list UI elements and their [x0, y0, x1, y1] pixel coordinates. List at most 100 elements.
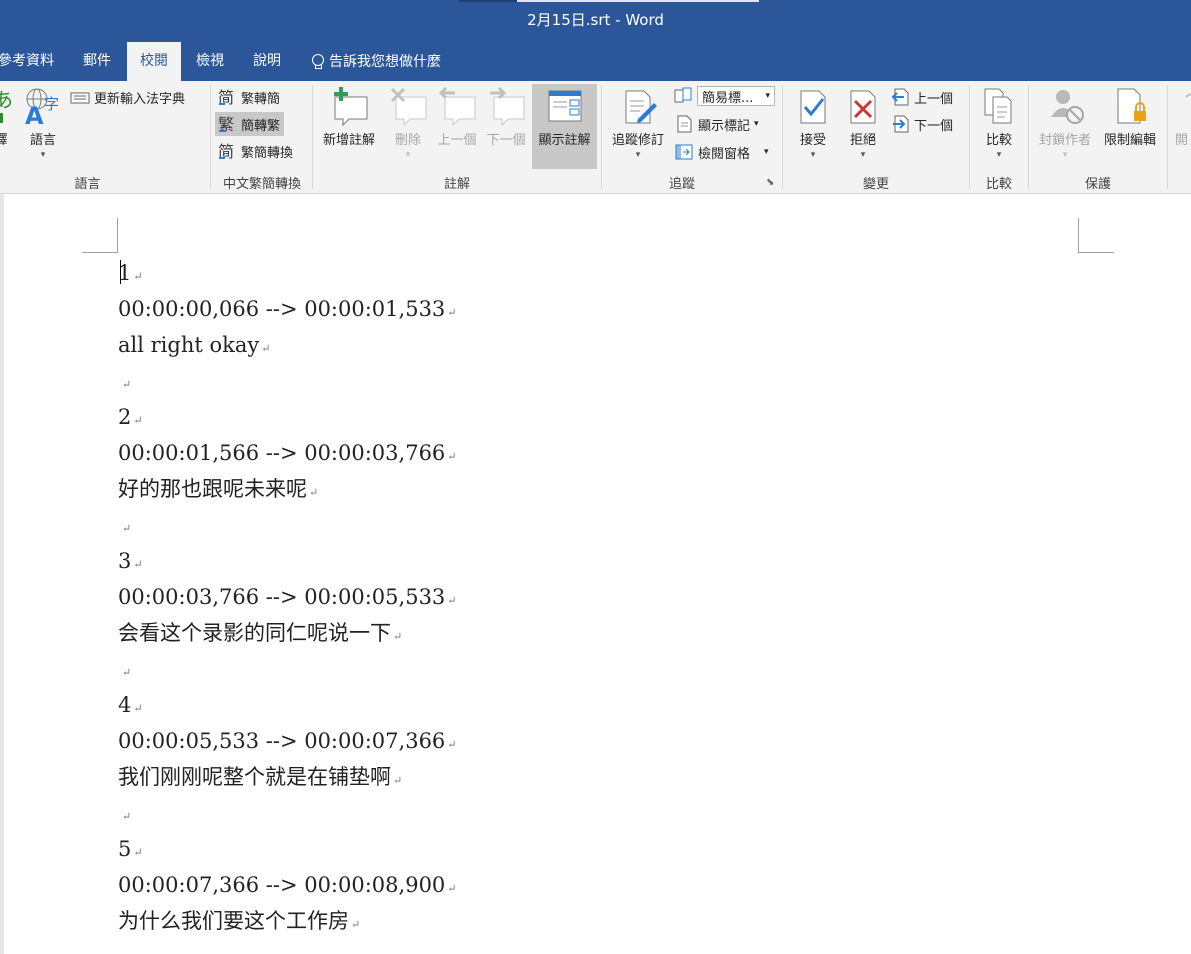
previous-comment-label: 上一個 [437, 133, 477, 148]
document-paragraph[interactable]: 好的那也跟呢未来呢 ↵ [118, 474, 318, 504]
language-icon: A 字 [25, 88, 59, 130]
tell-me-text: 告訴我您想做什麼 [329, 53, 441, 70]
paragraph-text: 4 [118, 693, 132, 717]
update-ime-dictionary-button[interactable]: 更新輸入法字典 [70, 86, 185, 108]
tab-mailings[interactable]: 郵件 [73, 42, 121, 81]
traditional-to-simplified-button[interactable]: 简 繁轉簡 [217, 86, 280, 108]
new-comment-icon [334, 87, 368, 127]
paragraph-text: 为什么我们要这个工作房 [118, 909, 349, 933]
track-changes-button[interactable]: 追蹤修訂 ▾ [606, 87, 670, 160]
document-paragraph[interactable]: 00:00:05,533 --> 00:00:07,366 ↵ [118, 726, 457, 756]
paragraph-mark: ↵ [351, 918, 361, 931]
compare-label: 比較 [985, 133, 1012, 148]
partial-ribbon-button[interactable]: 開 [1172, 87, 1191, 148]
tell-me-box[interactable]: 告訴我您想做什麼 [302, 42, 451, 81]
document-paragraph[interactable]: 我们刚刚呢整个就是在铺垫啊 ↵ [118, 762, 402, 792]
restrict-editing-button[interactable]: 限制編輯 [1099, 87, 1161, 148]
chevron-down-icon: ▾ [40, 150, 46, 160]
group-label-protect: 保護 [1084, 177, 1111, 192]
next-comment-icon [490, 86, 525, 127]
dialog-launcher-icon[interactable]: ⬊ [766, 177, 774, 188]
group-label-chinese-conversion: 中文繁簡轉換 [222, 177, 301, 192]
svg-text:あ: あ [0, 88, 13, 112]
document-paragraph[interactable]: 1 ↵ [118, 258, 143, 288]
markup-view-icon [674, 87, 692, 103]
ribbon-tabs: 參考資料 郵件 校閱 檢視 說明 告訴我您想做什麼 [0, 38, 1191, 81]
document-paragraph[interactable]: 4 ↵ [118, 690, 143, 720]
markup-select-value: 簡易標... [702, 90, 754, 106]
paragraph-mark: ↵ [133, 414, 143, 427]
document-paragraph[interactable]: 会看这个录影的同仁呢说一下 ↵ [118, 618, 402, 648]
show-markup-button[interactable]: 顯示標記 ▾ [674, 113, 759, 135]
reject-button[interactable]: 拒絕 ▾ [840, 87, 886, 160]
accept-icon [800, 90, 826, 124]
next-change-button[interactable]: 下一個 [890, 113, 953, 135]
language-button[interactable]: A 字 語言 ▾ [22, 87, 64, 160]
document-paragraph[interactable]: 5 ↵ [118, 834, 143, 864]
document-paragraph[interactable]: 00:00:07,366 --> 00:00:08,900 ↵ [118, 870, 457, 900]
paragraph-mark: ↵ [122, 522, 132, 535]
reject-label: 拒絕 [849, 133, 876, 148]
paragraph-text: 我们刚刚呢整个就是在铺垫啊 [118, 765, 391, 789]
reviewing-pane-button[interactable]: 檢閱窗格 ▾ [674, 141, 769, 163]
block-authors-icon [1051, 90, 1084, 124]
previous-change-icon [891, 88, 909, 106]
document-paragraph[interactable]: ↵ [118, 366, 131, 396]
markup-select[interactable]: 簡易標... ▾ [697, 86, 775, 106]
document-paragraph[interactable]: 00:00:03,766 --> 00:00:05,533 ↵ [118, 582, 457, 612]
block-authors-button[interactable]: 封鎖作者 ▾ [1034, 87, 1096, 160]
paragraph-text: 会看这个录影的同仁呢说一下 [118, 621, 391, 645]
document-paragraph[interactable]: ↵ [118, 654, 131, 684]
document-paragraph[interactable]: 00:00:00,066 --> 00:00:01,533 ↵ [118, 294, 457, 324]
compare-button[interactable]: 比較 ▾ [976, 87, 1022, 160]
group-label-comments: 註解 [443, 177, 470, 192]
reject-icon [850, 90, 876, 124]
simplified-to-traditional-button[interactable]: 繁 簡轉繁 [215, 112, 285, 136]
paragraph-mark: ↵ [447, 738, 457, 751]
document-area: 1 ↵ 00:00:00,066 --> 00:00:01,533 ↵ all righ… [0, 194, 1191, 954]
document-paragraph[interactable]: ↵ [118, 798, 131, 828]
document-paragraph[interactable]: 2 ↵ [118, 402, 143, 432]
block-authors-label: 封鎖作者 [1038, 133, 1091, 148]
markup-view-dropdown[interactable]: 簡易標... ▾ [673, 85, 775, 107]
group-label-changes: 變更 [862, 177, 889, 192]
paragraph-mark: ↵ [133, 270, 143, 283]
track-changes-icon [625, 90, 657, 124]
delete-comment-button[interactable]: 刪除 ▾ [386, 87, 430, 160]
group-label-language: 語言 [74, 177, 101, 192]
tab-review[interactable]: 校閱 [127, 42, 181, 81]
accept-button[interactable]: 接受 ▾ [790, 87, 836, 160]
next-change-label: 下一個 [914, 118, 954, 134]
reviewing-pane-icon [675, 144, 693, 160]
previous-comment-button[interactable]: 上一個 [434, 86, 480, 148]
group-label-compare: 比較 [985, 177, 1012, 192]
translate-label: 譯 [0, 133, 8, 148]
document-page[interactable]: 1 ↵ 00:00:00,066 --> 00:00:01,533 ↵ all righ… [4, 194, 1191, 954]
paragraph-mark: ↵ [447, 306, 457, 319]
show-comments-button[interactable]: 顯示註解 [532, 84, 597, 169]
document-paragraph[interactable]: 为什么我们要这个工作房 ↵ [118, 906, 360, 936]
keyboard-icon [70, 92, 90, 104]
new-comment-button[interactable]: 新增註解 [317, 87, 381, 148]
translate-button[interactable]: あ 譯 [0, 87, 16, 148]
previous-change-button[interactable]: 上一個 [890, 86, 953, 108]
paragraph-mark: ↵ [122, 378, 132, 391]
chinese-conversion-icon: 简 [218, 142, 234, 161]
document-paragraph[interactable]: all right okay ↵ [118, 330, 270, 360]
tab-view[interactable]: 檢視 [186, 42, 234, 81]
group-label-tracking: 追蹤 [668, 177, 695, 192]
document-paragraph[interactable]: 3 ↵ [118, 546, 143, 576]
document-paragraph[interactable]: ↵ [118, 510, 131, 540]
restrict-editing-label: 限制編輯 [1103, 133, 1156, 148]
document-paragraph[interactable]: 00:00:01,566 --> 00:00:03,766 ↵ [118, 438, 457, 468]
partial-button-label: 開 [1175, 133, 1189, 148]
tab-help[interactable]: 說明 [243, 42, 291, 81]
chevron-down-icon: ▾ [754, 119, 759, 129]
tab-references[interactable]: 參考資料 [0, 42, 64, 81]
svg-text:A: A [25, 102, 44, 127]
chinese-conversion-button[interactable]: 简 繁簡轉換 [217, 140, 293, 162]
simplified-to-traditional-label: 簡轉繁 [241, 118, 281, 134]
accept-label: 接受 [799, 133, 826, 148]
chevron-down-icon: ▾ [765, 91, 770, 101]
next-comment-button[interactable]: 下一個 [483, 86, 529, 148]
